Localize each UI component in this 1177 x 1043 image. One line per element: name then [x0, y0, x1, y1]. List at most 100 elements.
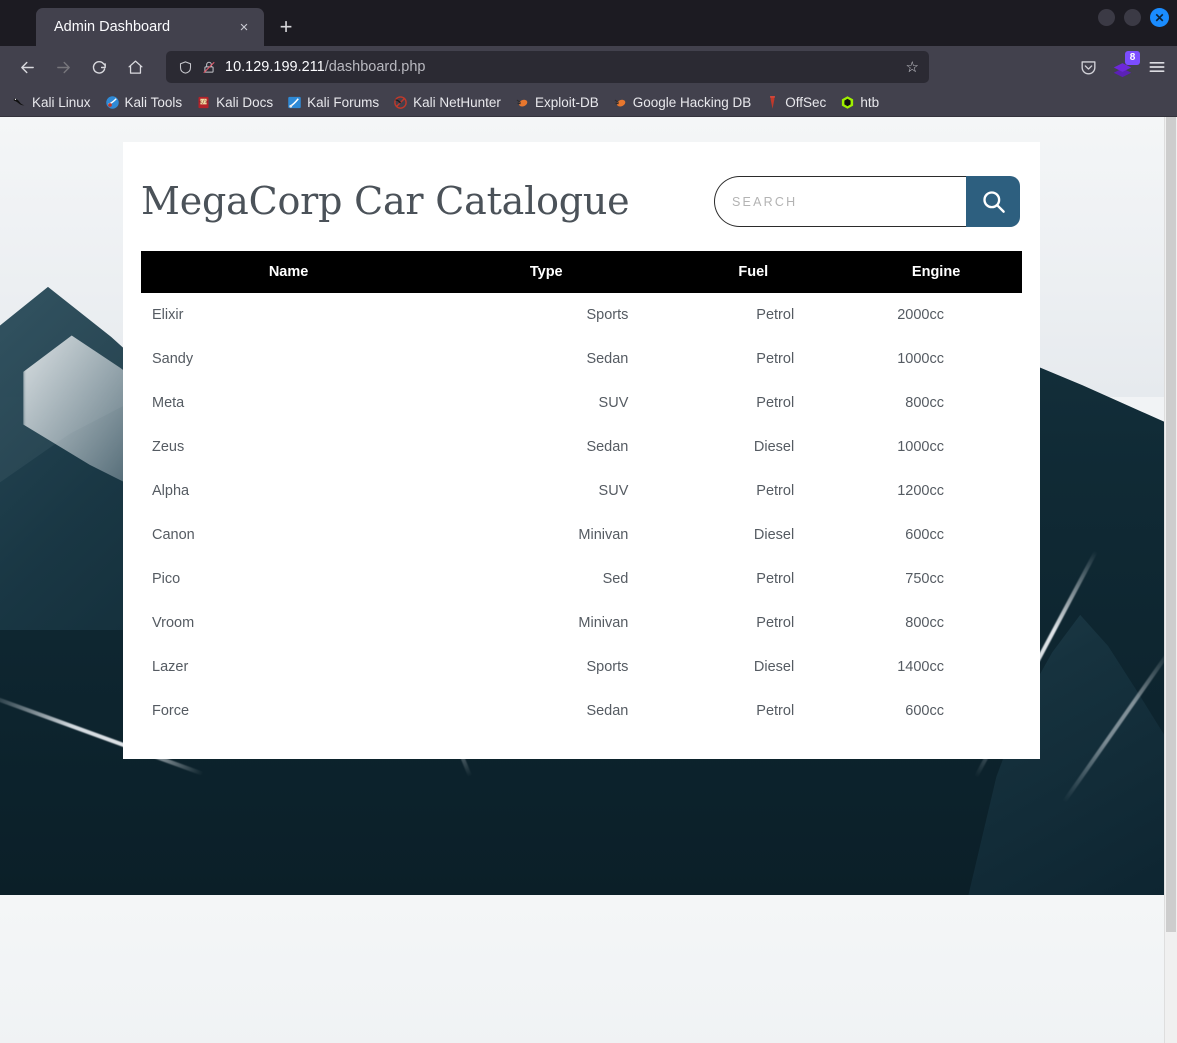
new-tab-button[interactable]: + [270, 11, 302, 43]
cell-engine: 2000cc [850, 293, 1022, 337]
cell-engine: 600cc [850, 513, 1022, 557]
bookmark-label: Exploit-DB [535, 95, 599, 110]
tab-title: Admin Dashboard [54, 19, 230, 35]
bookmark-label: Kali NetHunter [413, 95, 501, 110]
cell-fuel: Petrol [656, 381, 850, 425]
kali-nethunter-icon [393, 95, 408, 110]
kali-tools-icon [105, 95, 120, 110]
background-photo-tile [0, 895, 1164, 1043]
bookmark-label: Kali Tools [125, 95, 183, 110]
bookmark-kali-nethunter[interactable]: Kali NetHunter [387, 92, 507, 113]
table-header: Name Type Fuel Engine [141, 251, 1022, 293]
bookmark-htb[interactable]: htb [834, 92, 885, 113]
cell-fuel: Petrol [656, 293, 850, 337]
shield-icon[interactable] [178, 60, 193, 75]
minimize-button[interactable] [1098, 9, 1115, 26]
cell-engine: 1200cc [850, 469, 1022, 513]
pocket-icon[interactable] [1079, 58, 1098, 77]
broken-lock-icon[interactable] [202, 60, 216, 75]
cell-type: Sedan [436, 425, 656, 469]
forward-button[interactable] [46, 51, 80, 83]
maximize-button[interactable] [1124, 9, 1141, 26]
page-title: MegaCorp Car Catalogue [141, 181, 629, 223]
extension-icon[interactable]: 8 [1112, 57, 1133, 78]
cell-fuel: Petrol [656, 469, 850, 513]
url-path: /dashboard.php [325, 59, 426, 75]
extension-badge: 8 [1125, 51, 1140, 65]
bookmark-google-hacking-db[interactable]: Google Hacking DB [607, 92, 758, 113]
url-text[interactable]: 10.129.199.211/dashboard.php [225, 59, 897, 75]
cell-name: Canon [141, 513, 436, 557]
cell-type: Minivan [436, 513, 656, 557]
close-tab-icon[interactable]: × [234, 17, 254, 37]
kali-docs-icon: </> [196, 95, 211, 110]
bookmark-kali-linux[interactable]: Kali Linux [6, 92, 97, 113]
car-catalogue-table: Name Type Fuel Engine Elixir Sports Petr… [141, 251, 1022, 733]
cell-type: Sedan [436, 337, 656, 381]
bookmark-kali-forums[interactable]: Kali Forums [281, 92, 385, 113]
cell-engine: 800cc [850, 601, 1022, 645]
back-button[interactable] [10, 51, 44, 83]
home-button[interactable] [118, 51, 152, 83]
column-header-name[interactable]: Name [141, 251, 436, 293]
address-bar[interactable]: 10.129.199.211/dashboard.php ☆ [166, 51, 929, 83]
cell-name: Elixir [141, 293, 436, 337]
bookmarks-bar: Kali Linux Kali Tools </> Kali Docs Kali… [0, 88, 1177, 117]
cell-type: Minivan [436, 601, 656, 645]
hamburger-menu-icon[interactable] [1147, 57, 1167, 77]
cell-type: Sports [436, 293, 656, 337]
cell-name: Pico [141, 557, 436, 601]
table-row: Canon Minivan Diesel 600cc [141, 513, 1022, 557]
tab-strip: Admin Dashboard × + ✕ [0, 0, 1177, 46]
table-row: Sandy Sedan Petrol 1000cc [141, 337, 1022, 381]
table-body: Elixir Sports Petrol 2000cc Sandy Sedan … [141, 293, 1022, 733]
cell-engine: 1400cc [850, 645, 1022, 689]
bookmark-label: OffSec [785, 95, 826, 110]
bookmark-exploit-db[interactable]: Exploit-DB [509, 92, 605, 113]
window-controls: ✕ [1098, 8, 1169, 27]
cell-fuel: Diesel [656, 513, 850, 557]
table-row: Zeus Sedan Diesel 1000cc [141, 425, 1022, 469]
close-window-button[interactable]: ✕ [1150, 8, 1169, 27]
cell-fuel: Diesel [656, 645, 850, 689]
kali-dragon-icon [12, 95, 27, 110]
bookmark-star-icon[interactable]: ☆ [906, 58, 921, 76]
bookmark-label: htb [860, 95, 879, 110]
table-row: Alpha SUV Petrol 1200cc [141, 469, 1022, 513]
kali-forums-icon [287, 95, 302, 110]
cell-fuel: Petrol [656, 337, 850, 381]
cell-name: Vroom [141, 601, 436, 645]
bookmark-kali-tools[interactable]: Kali Tools [99, 92, 189, 113]
browser-tab[interactable]: Admin Dashboard × [36, 8, 264, 46]
vertical-scrollbar[interactable] [1164, 117, 1177, 1043]
cell-name: Alpha [141, 469, 436, 513]
browser-window: Admin Dashboard × + ✕ [0, 0, 1177, 1043]
column-header-engine[interactable]: Engine [850, 251, 1022, 293]
search-input[interactable] [732, 195, 966, 209]
scrollbar-thumb[interactable] [1166, 117, 1176, 932]
page-viewport: MegaCorp Car Catalogue [0, 117, 1177, 1043]
cell-name: Sandy [141, 337, 436, 381]
search-icon [980, 188, 1007, 215]
cell-name: Zeus [141, 425, 436, 469]
cell-name: Meta [141, 381, 436, 425]
hackthebox-icon [840, 95, 855, 110]
search-submit-button[interactable] [966, 176, 1020, 227]
table-row: Force Sedan Petrol 600cc [141, 689, 1022, 733]
reload-button[interactable] [82, 51, 116, 83]
table-row: Elixir Sports Petrol 2000cc [141, 293, 1022, 337]
column-header-fuel[interactable]: Fuel [656, 251, 850, 293]
cell-name: Lazer [141, 645, 436, 689]
search-input-wrapper[interactable] [714, 176, 966, 227]
bookmark-offsec[interactable]: OffSec [759, 92, 832, 113]
bookmark-label: Google Hacking DB [633, 95, 752, 110]
bookmark-kali-docs[interactable]: </> Kali Docs [190, 92, 279, 113]
url-host: 10.129.199.211 [225, 59, 325, 75]
bookmark-label: Kali Docs [216, 95, 273, 110]
cell-name: Force [141, 689, 436, 733]
cell-fuel: Diesel [656, 425, 850, 469]
cell-type: Sedan [436, 689, 656, 733]
svg-text:</>: </> [199, 99, 208, 105]
column-header-type[interactable]: Type [436, 251, 656, 293]
bookmark-label: Kali Forums [307, 95, 379, 110]
